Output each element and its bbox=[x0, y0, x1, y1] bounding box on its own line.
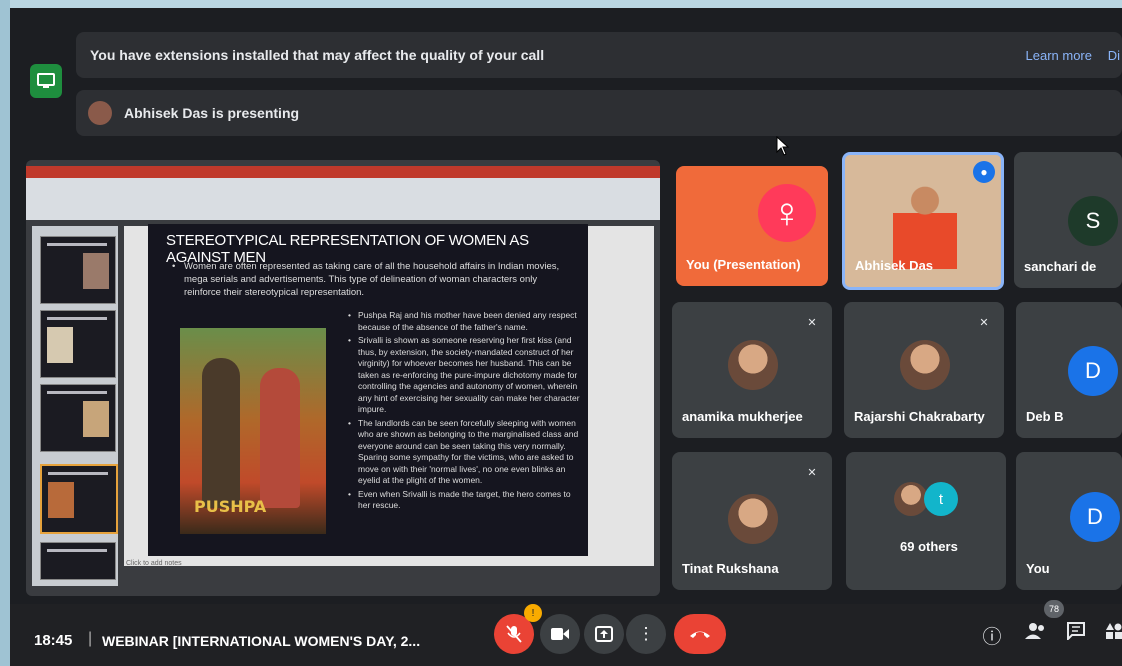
speaking-indicator-icon: ● bbox=[973, 161, 995, 183]
slide-bullet: Even when Srivalli is made the target, t… bbox=[348, 489, 580, 512]
window-left-edge bbox=[0, 0, 10, 666]
meeting-title: WEBINAR [INTERNATIONAL WOMEN'S DAY, 2... bbox=[102, 633, 421, 649]
camera-toggle-button[interactable] bbox=[540, 614, 580, 654]
avatar: D bbox=[1070, 492, 1120, 542]
slide-thumbnail[interactable] bbox=[40, 310, 116, 378]
tile-others[interactable]: t 69 others bbox=[846, 452, 1006, 590]
avatar: D bbox=[1068, 346, 1118, 396]
end-call-button[interactable] bbox=[674, 614, 726, 654]
slide-thumbnails-pane bbox=[32, 226, 118, 586]
slide-bullet: Pushpa Raj and his mother have been deni… bbox=[348, 310, 580, 333]
meeting-time: 18:45 bbox=[34, 632, 73, 649]
people-icon bbox=[1025, 623, 1044, 639]
slide-main-bullet: Women are often represented as taking ca… bbox=[172, 260, 574, 299]
cursor-icon bbox=[776, 136, 790, 156]
mic-off-icon: ✕ bbox=[979, 316, 989, 329]
tile-name: You bbox=[1026, 561, 1050, 576]
meeting-details-button[interactable]: ⓘ bbox=[980, 622, 1004, 649]
participant-video bbox=[893, 179, 957, 269]
screen-icon bbox=[37, 73, 55, 88]
window-top-edge bbox=[0, 0, 1122, 8]
separator: | bbox=[88, 630, 93, 647]
phone-hangup-icon bbox=[690, 631, 710, 638]
tile-you[interactable]: D You bbox=[1016, 452, 1122, 590]
poster-title: PUSHPA bbox=[194, 497, 267, 516]
tile-you-presentation[interactable]: ♀ You (Presentation) bbox=[676, 166, 828, 286]
learn-more-link[interactable]: Learn more bbox=[1026, 48, 1092, 63]
info-icon: ⓘ bbox=[982, 627, 1002, 648]
tile-tinat-rukshana[interactable]: ✕ Tinat Rukshana bbox=[672, 452, 832, 590]
presenter-avatar bbox=[88, 101, 112, 125]
tile-name: sanchari de bbox=[1024, 259, 1097, 274]
chat-button[interactable] bbox=[1064, 622, 1088, 646]
slide-bullet-list: Pushpa Raj and his mother have been deni… bbox=[348, 310, 580, 514]
powerpoint-ribbon bbox=[26, 178, 660, 220]
avatar: t bbox=[924, 482, 958, 516]
slide-thumbnail[interactable] bbox=[40, 542, 116, 580]
tile-name: Rajarshi Chakrabarty bbox=[854, 409, 985, 424]
movie-poster-image: PUSHPA bbox=[180, 328, 326, 534]
activities-button[interactable] bbox=[1102, 622, 1122, 646]
more-options-button[interactable]: ⋮ bbox=[626, 614, 666, 654]
avatar bbox=[728, 340, 778, 390]
slide-thumbnail[interactable] bbox=[40, 384, 116, 452]
powerpoint-title-bar bbox=[26, 166, 660, 178]
slide-thumbnail-selected[interactable] bbox=[40, 464, 118, 534]
avatar bbox=[900, 340, 950, 390]
presenting-text: Abhisek Das is presenting bbox=[124, 105, 300, 121]
activities-shapes-icon bbox=[1106, 623, 1122, 639]
present-screen-icon bbox=[595, 626, 613, 642]
slide-thumbnail[interactable] bbox=[40, 236, 116, 304]
people-count-badge: 78 bbox=[1044, 600, 1064, 618]
extension-warning-banner: You have extensions installed that may a… bbox=[76, 32, 1122, 78]
raise-hand-badge-icon: ! bbox=[524, 604, 542, 622]
tile-name: You (Presentation) bbox=[686, 257, 801, 272]
mic-off-icon: ✕ bbox=[807, 466, 817, 479]
tile-rajarshi-chakrabarty[interactable]: ✕ Rajarshi Chakrabarty bbox=[844, 302, 1004, 438]
avatar bbox=[728, 494, 778, 544]
mic-off-icon: ✕ bbox=[807, 316, 817, 329]
tile-sanchari-de[interactable]: S sanchari de bbox=[1014, 152, 1122, 288]
tile-anamika-mukherjee[interactable]: ✕ anamika mukherjee bbox=[672, 302, 832, 438]
extension-icon[interactable] bbox=[30, 64, 62, 98]
slide-bullet: Srivalli is shown as someone reserving h… bbox=[348, 335, 580, 416]
slide-bullet: The landlords can be seen forcefully sle… bbox=[348, 418, 580, 487]
bottom-toolbar: 18:45 | WEBINAR [INTERNATIONAL WOMEN'S D… bbox=[10, 600, 1122, 666]
tile-name: Tinat Rukshana bbox=[682, 561, 779, 576]
more-vertical-icon: ⋮ bbox=[637, 624, 655, 643]
chat-icon bbox=[1067, 622, 1085, 642]
mic-off-icon bbox=[506, 625, 522, 643]
avatar: S bbox=[1068, 196, 1118, 246]
tile-name: Abhisek Das bbox=[855, 258, 934, 273]
notes-placeholder[interactable]: Click to add notes bbox=[126, 560, 182, 567]
female-symbol-icon: ♀ bbox=[758, 184, 816, 242]
tile-name: 69 others bbox=[900, 539, 958, 554]
tile-name: Deb B bbox=[1026, 409, 1064, 424]
people-button[interactable] bbox=[1024, 622, 1048, 646]
extension-warning-text: You have extensions installed that may a… bbox=[90, 47, 545, 63]
avatar bbox=[894, 482, 928, 516]
present-now-button[interactable] bbox=[584, 614, 624, 654]
dismiss-button[interactable]: Di bbox=[1108, 48, 1120, 63]
tile-name: anamika mukherjee bbox=[682, 409, 803, 424]
camera-icon bbox=[551, 628, 569, 640]
presenting-banner: Abhisek Das is presenting bbox=[76, 90, 1122, 136]
tile-deb-b[interactable]: D Deb B bbox=[1016, 302, 1122, 438]
current-slide: STEREOTYPICAL REPRESENTATION OF WOMEN AS… bbox=[148, 224, 588, 556]
tile-abhisek-das[interactable]: ● Abhisek Das bbox=[842, 152, 1004, 290]
